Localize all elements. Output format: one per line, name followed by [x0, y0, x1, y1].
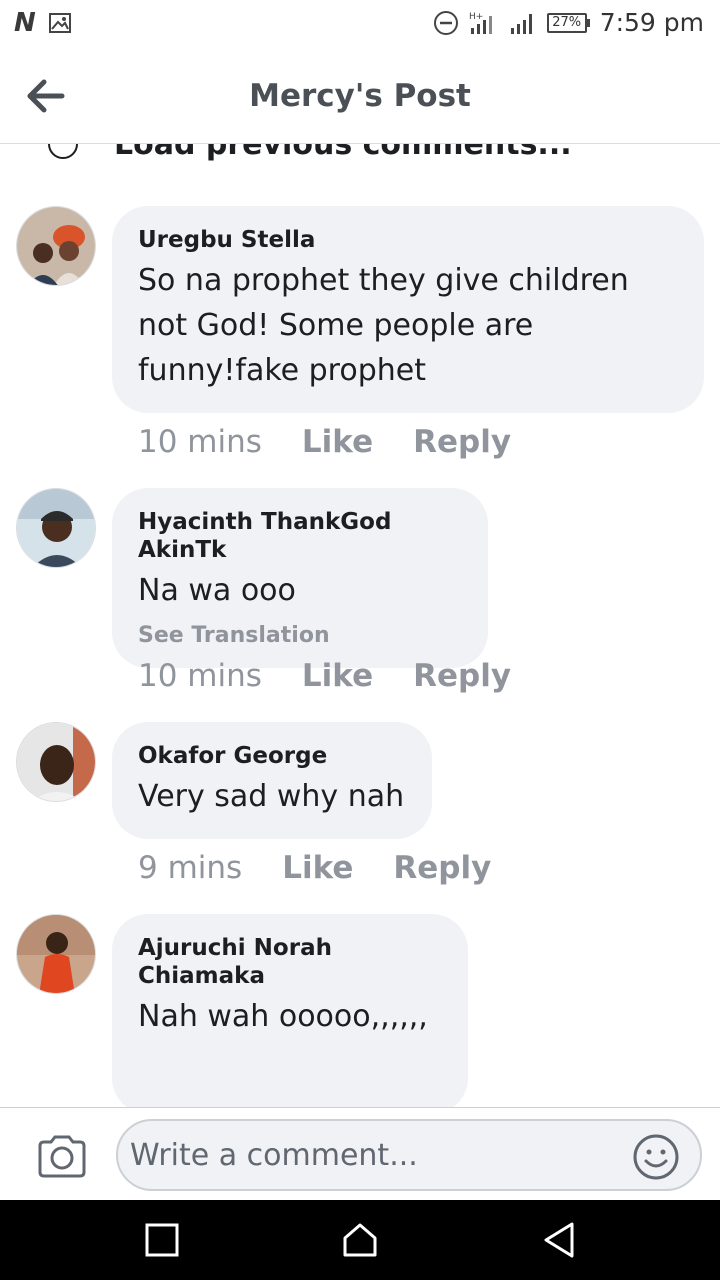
- avatar[interactable]: [16, 914, 96, 994]
- emoji-button[interactable]: [632, 1133, 680, 1181]
- comment-actions: 9 mins Like Reply: [138, 850, 491, 886]
- camera-icon: [38, 1135, 86, 1178]
- comment-author[interactable]: Uregbu Stella: [138, 226, 678, 254]
- comment-bubble: Hyacinth ThankGod AkinTk Na wa ooo See T…: [112, 488, 488, 668]
- svg-text:H+: H+: [469, 12, 483, 22]
- page-title: Mercy's Post: [249, 78, 471, 114]
- comment-input-box[interactable]: [116, 1119, 702, 1191]
- comment-time: 10 mins: [138, 424, 262, 460]
- like-button[interactable]: Like: [302, 658, 373, 694]
- comment-text: So na prophet they give children not God…: [138, 263, 629, 388]
- do-not-disturb-icon: [433, 10, 458, 35]
- avatar[interactable]: [16, 488, 96, 568]
- comment-bubble: Ajuruchi Norah Chiamaka Nah wah ooooo,,,…: [112, 914, 468, 1107]
- back-nav-button[interactable]: [540, 1220, 580, 1260]
- comment-time: 9 mins: [138, 850, 243, 886]
- comments-feed[interactable]: Load previous comments... Uregbu Stella …: [0, 144, 720, 1107]
- home-button[interactable]: [340, 1220, 380, 1260]
- status-bar: N H+ 27% 7:59 pm: [0, 0, 720, 48]
- status-time: 7:59 pm: [599, 8, 704, 37]
- comment-author[interactable]: Ajuruchi Norah Chiamaka: [138, 934, 442, 990]
- battery-level: 27%: [546, 12, 587, 33]
- reply-button[interactable]: Reply: [413, 658, 511, 694]
- avatar[interactable]: [16, 722, 96, 802]
- post-header: Mercy's Post: [0, 48, 720, 144]
- n-app-icon: N: [14, 8, 36, 38]
- reply-button[interactable]: Reply: [393, 850, 491, 886]
- load-more-icon: [48, 144, 78, 159]
- comment-bubble: Uregbu Stella So na prophet they give ch…: [112, 206, 704, 413]
- home-icon: [343, 1223, 377, 1257]
- image-icon: [48, 13, 71, 33]
- comment-time: 10 mins: [138, 658, 262, 694]
- square-icon: [145, 1223, 179, 1257]
- signal-icon: [510, 13, 532, 34]
- comment-author[interactable]: Hyacinth ThankGod AkinTk: [138, 508, 462, 564]
- see-translation-link[interactable]: See Translation: [138, 623, 462, 648]
- signal-h-plus-icon: H+: [469, 12, 492, 34]
- comment-composer: [0, 1107, 720, 1200]
- comment-bubble: Okafor George Very sad why nah: [112, 722, 432, 839]
- comment-author[interactable]: Okafor George: [138, 742, 406, 770]
- load-previous-comments[interactable]: Load previous comments...: [48, 144, 572, 164]
- battery-icon: 27%: [546, 12, 590, 33]
- comment-text: Very sad why nah: [138, 779, 405, 814]
- status-right: H+ 27% 7:59 pm: [433, 8, 704, 37]
- system-nav-bar: [0, 1200, 720, 1280]
- smiley-icon: [633, 1134, 679, 1180]
- reply-button[interactable]: Reply: [413, 424, 511, 460]
- back-triangle-icon: [544, 1222, 574, 1258]
- like-button[interactable]: Like: [282, 850, 353, 886]
- like-button[interactable]: Like: [302, 424, 373, 460]
- comment-actions: 10 mins Like Reply: [138, 424, 511, 460]
- recents-button[interactable]: [142, 1220, 182, 1260]
- comment-actions: 10 mins Like Reply: [138, 658, 511, 694]
- camera-button[interactable]: [36, 1134, 88, 1178]
- comment-input[interactable]: [130, 1133, 620, 1177]
- comment-text: Nah wah ooooo,,,,,,: [138, 999, 428, 1034]
- status-left: N: [14, 10, 72, 36]
- avatar[interactable]: [16, 206, 96, 286]
- load-previous-label: Load previous comments...: [114, 144, 572, 162]
- comment-text: Na wa ooo: [138, 573, 296, 608]
